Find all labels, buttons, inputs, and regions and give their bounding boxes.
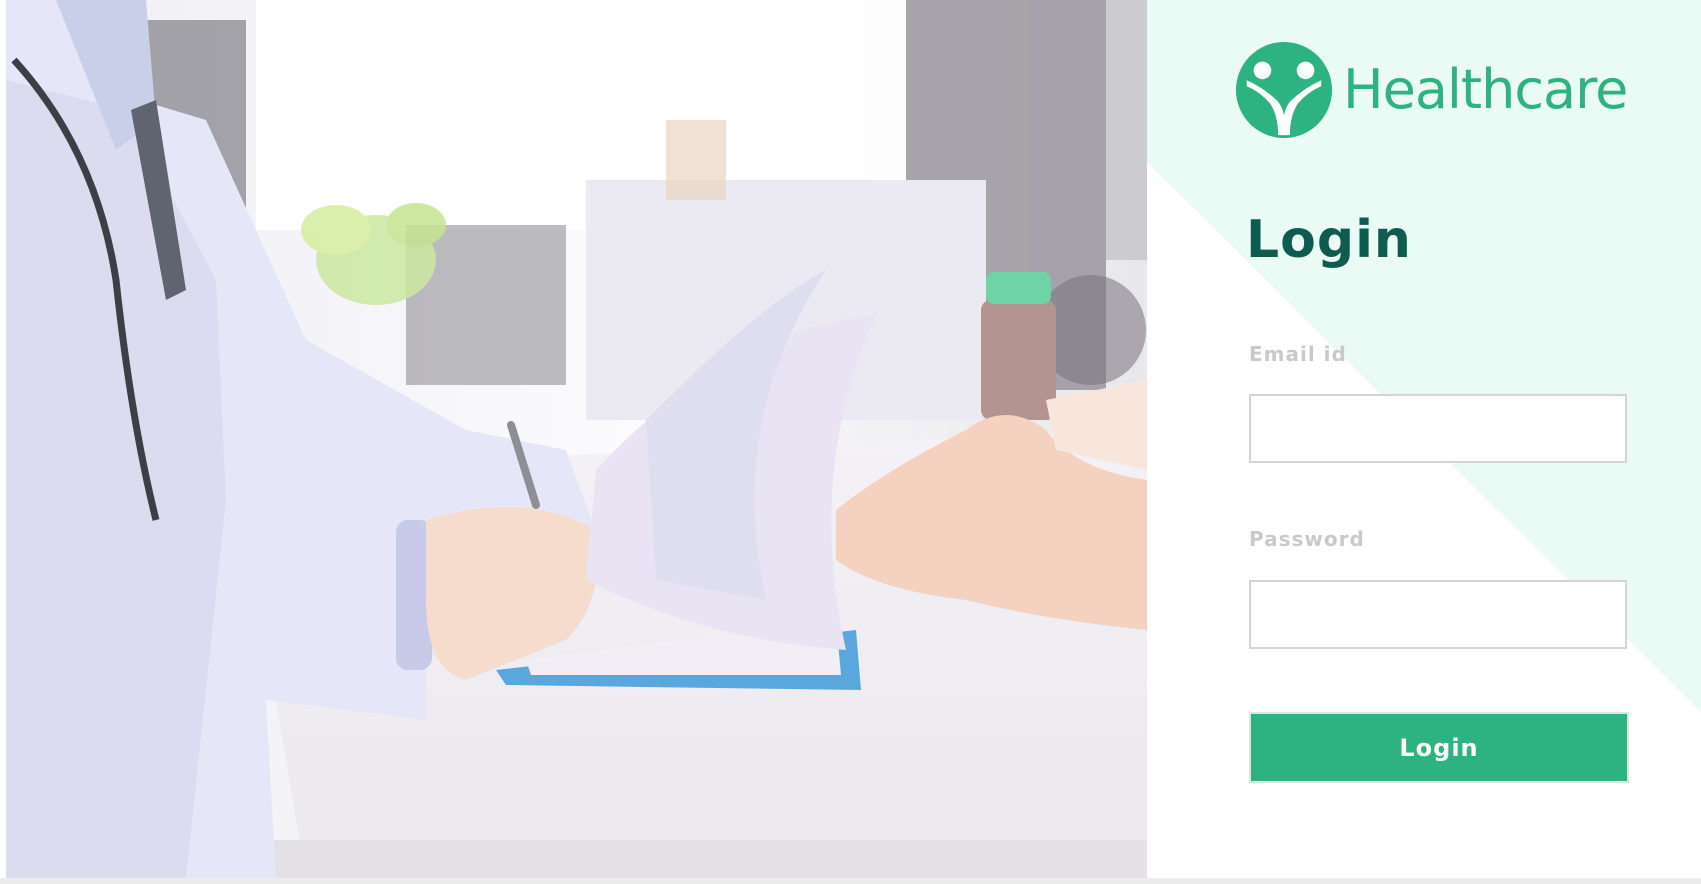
hero-image [6, 0, 1147, 878]
brand-logo: Healthcare [1235, 41, 1628, 139]
login-page: Healthcare Login Email id Password Login [0, 0, 1701, 878]
login-panel: Healthcare Login Email id Password Login [1147, 0, 1701, 878]
page-title: Login [1246, 210, 1412, 270]
password-field[interactable] [1249, 580, 1627, 649]
email-field[interactable] [1249, 394, 1627, 463]
password-label: Password [1249, 527, 1365, 551]
login-button[interactable]: Login [1249, 712, 1629, 783]
hero-illustration [6, 0, 1147, 878]
brand-name: Healthcare [1343, 58, 1628, 121]
email-label: Email id [1249, 342, 1347, 366]
people-circle-logo-icon [1235, 41, 1333, 139]
